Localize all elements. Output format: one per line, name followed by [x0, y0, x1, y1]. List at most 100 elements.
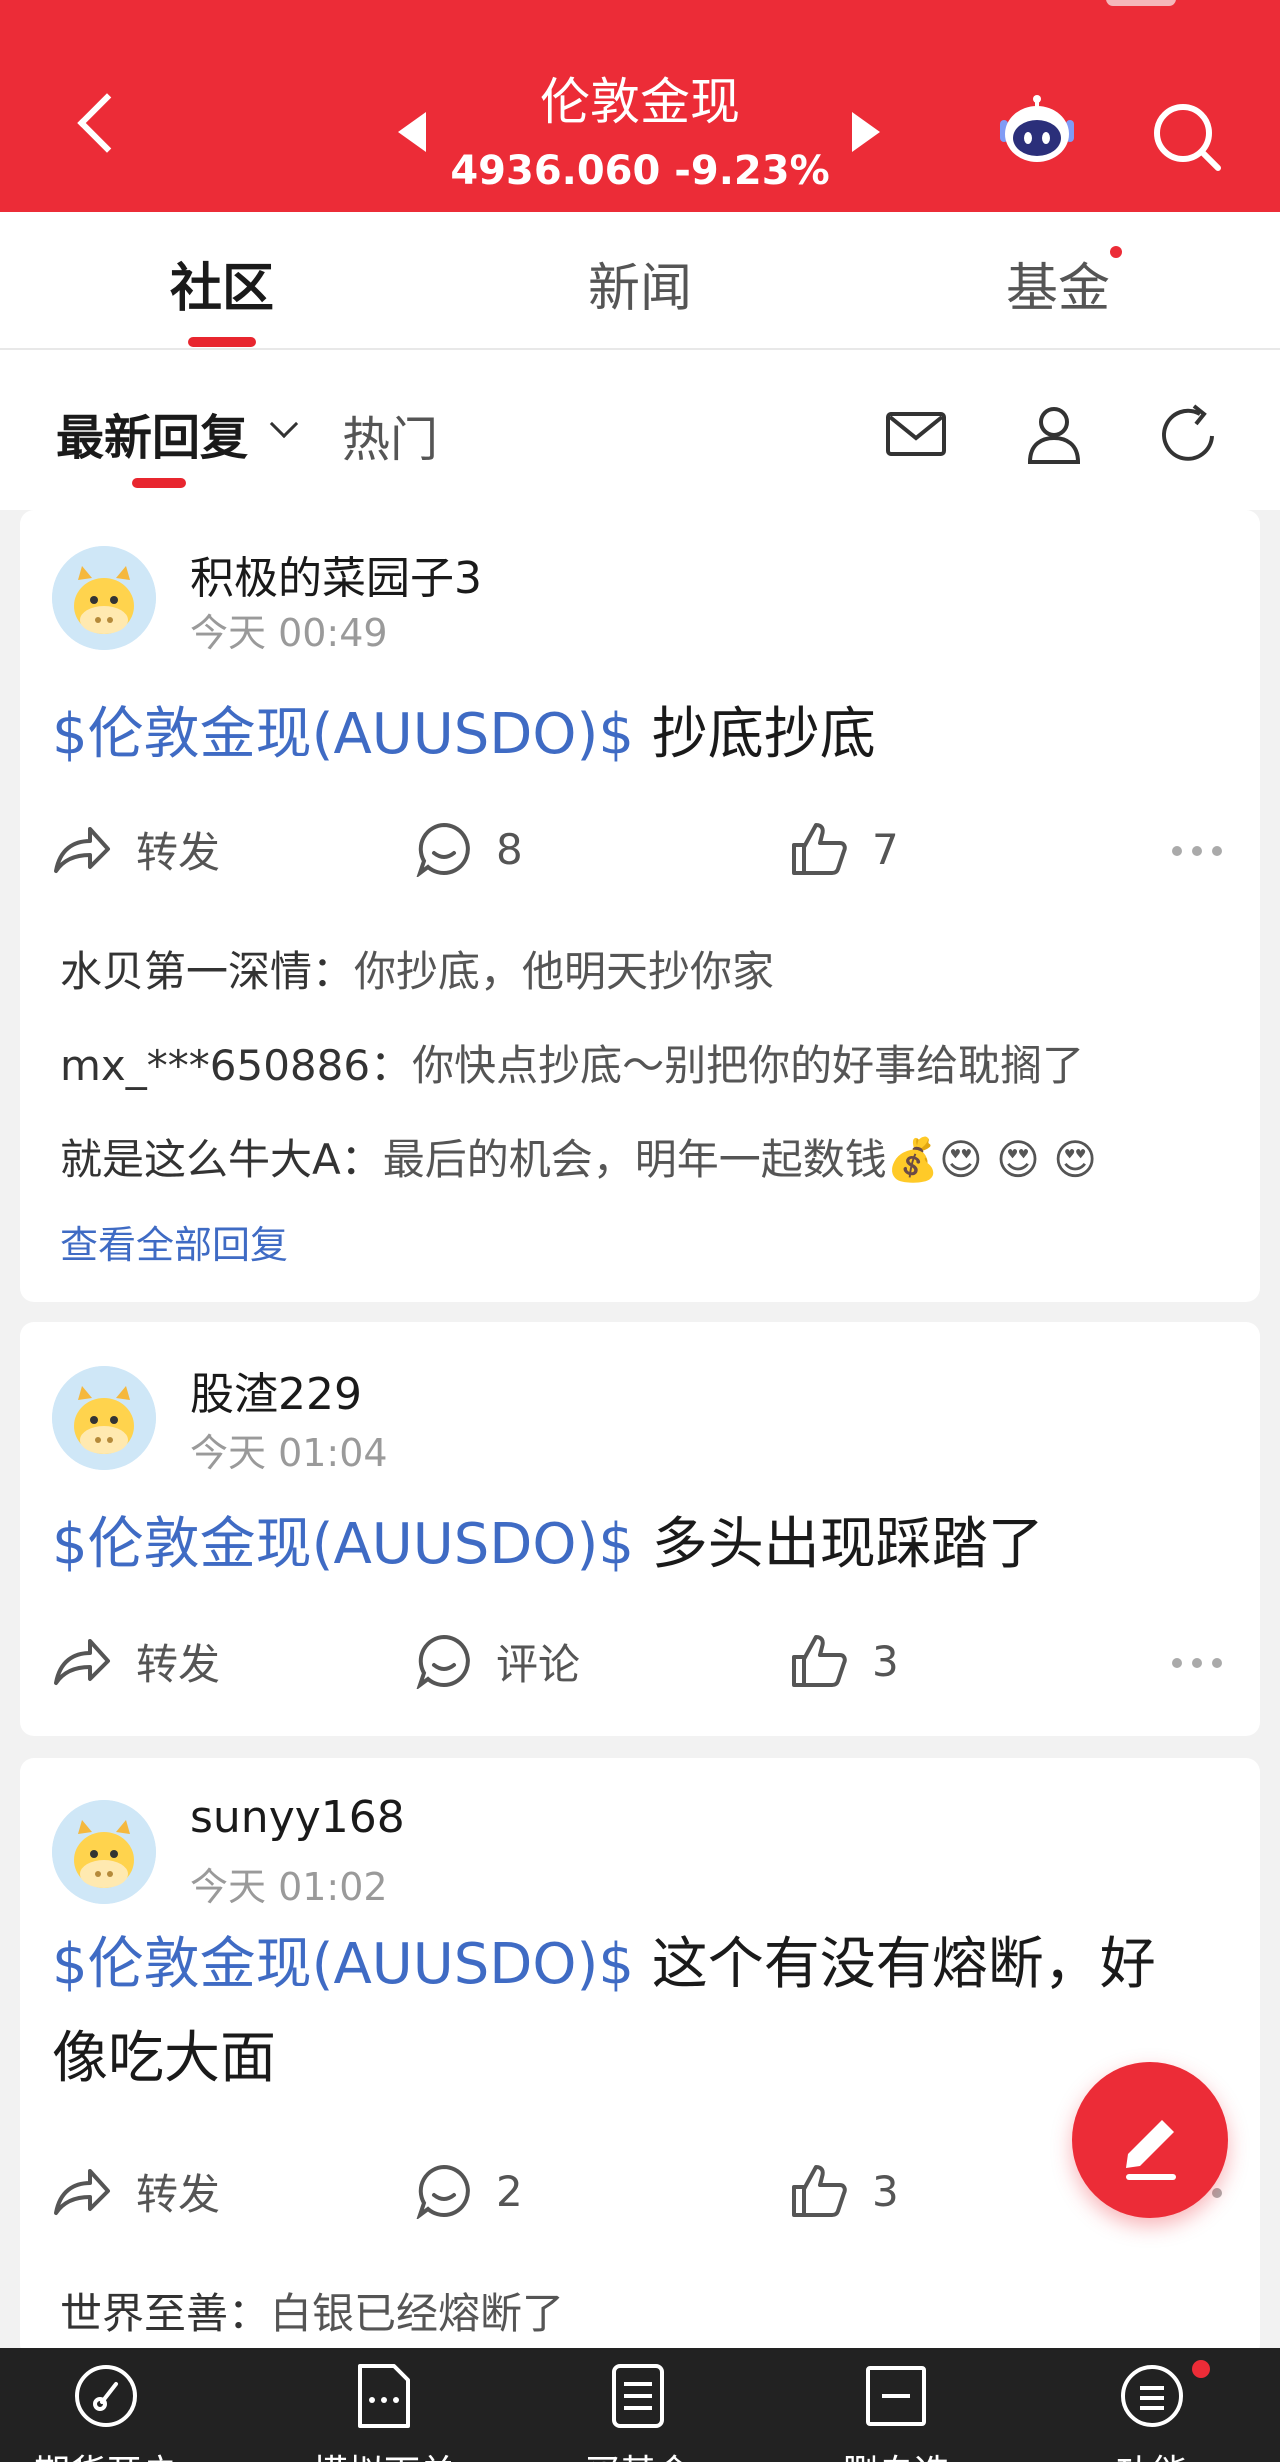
comment-bubble-icon	[416, 822, 470, 877]
post-time: 今天 00:49	[190, 611, 388, 655]
comment-count: 2	[496, 2166, 523, 2216]
post-text-line2: 像吃大面	[52, 2026, 276, 2091]
comment-count: 评论	[496, 1639, 581, 1689]
sort-bar: 最新回复 热门	[0, 350, 1280, 510]
user-icon[interactable]	[1022, 402, 1086, 466]
active-tab-indicator	[188, 337, 256, 347]
bottom-nav-label: 期货开户	[6, 2444, 206, 2462]
post-card[interactable]: sunyy168 今天 01:02 $伦敦金现(AUUSDO)$ 这个有没有熔断…	[20, 1758, 1260, 2358]
more-options-icon[interactable]	[1172, 1658, 1222, 1668]
share-arrow-icon	[54, 2169, 110, 2215]
bottom-nav-functions[interactable]: 功能	[1052, 2348, 1252, 2462]
forward-button[interactable]: 转发	[52, 2156, 220, 2226]
forward-label: 转发	[136, 1639, 221, 1689]
like-count: 3	[872, 1636, 899, 1686]
instrument-quote: 4936.060 -9.23%	[450, 148, 830, 194]
reply-author: 世界至善：	[60, 2289, 271, 2338]
sort-latest-reply[interactable]: 最新回复	[56, 398, 248, 468]
reply-text: 最后的机会，明年一起数钱💰😍 😍 😍	[382, 1135, 1098, 1184]
more-options-icon[interactable]	[1172, 846, 1222, 856]
tab-fund[interactable]: 基金	[948, 246, 1168, 321]
like-button[interactable]: 7	[790, 814, 899, 884]
tab-community[interactable]: 社区	[112, 246, 332, 321]
post-text: 多头出现踩踏了	[633, 1512, 1044, 1577]
forward-button[interactable]: 转发	[52, 1626, 220, 1696]
bottom-nav-label: 删自选	[796, 2444, 996, 2462]
bottom-nav-simulated-order[interactable]: 模拟下单	[284, 2348, 484, 2462]
compose-post-button[interactable]	[1072, 2062, 1228, 2218]
reply-author: 水贝第一深情：	[60, 947, 355, 996]
forward-button[interactable]: 转发	[52, 814, 220, 884]
instrument-tag-link[interactable]: $伦敦金现(AUUSDO)$	[52, 1932, 634, 1997]
post-author[interactable]: 积极的菜园子3	[190, 542, 482, 606]
comment-bubble-icon	[416, 1634, 470, 1689]
reply-item[interactable]: 世界至善：白银已经熔断了	[60, 2280, 564, 2341]
instrument-title: 伦敦金现	[540, 73, 740, 131]
sort-hot[interactable]: 热门	[342, 400, 438, 470]
ai-assistant-robot-icon[interactable]	[996, 94, 1078, 168]
post-author[interactable]: sunyy168	[190, 1792, 405, 1843]
document-lines-icon	[612, 2364, 664, 2428]
avatar[interactable]	[52, 546, 156, 650]
post-content[interactable]: $伦敦金现(AUUSDO)$ 多头出现踩踏了	[52, 1498, 1232, 1592]
pencil-icon	[1126, 2120, 1176, 2180]
reply-text: 你快点抄底～别把你的好事给耽搁了	[412, 1041, 1085, 1090]
comment-button[interactable]: 评论	[416, 1626, 580, 1696]
bottom-nav: 期货开户 模拟下单 买基金 删自选 功能	[0, 2348, 1280, 2462]
post-card[interactable]: 积极的菜园子3 今天 00:49 $伦敦金现(AUUSDO)$ 抄底抄底 转发 …	[20, 510, 1260, 1302]
like-button[interactable]: 3	[790, 2156, 899, 2226]
menu-circle-icon	[1121, 2365, 1183, 2427]
tab-news[interactable]: 新闻	[530, 246, 750, 321]
post-actions: 转发 8 7	[20, 814, 1260, 884]
mail-icon[interactable]	[884, 402, 948, 466]
forward-label: 转发	[136, 2169, 221, 2219]
next-instrument-button[interactable]	[852, 112, 880, 152]
section-tabs: 社区 新闻 基金	[0, 212, 1280, 350]
bottom-nav-remove-watchlist[interactable]: 删自选	[796, 2348, 996, 2462]
like-count: 3	[872, 2166, 899, 2216]
instrument-tag-link[interactable]: $伦敦金现(AUUSDO)$	[52, 702, 634, 767]
active-sort-indicator	[132, 478, 186, 488]
reply-text: 白银已经熔断了	[270, 2289, 565, 2338]
post-content[interactable]: $伦敦金现(AUUSDO)$ 这个有没有熔断，好像吃大面	[52, 1918, 1232, 2106]
post-actions: 转发 评论 3	[20, 1626, 1260, 1696]
reply-item[interactable]: 水贝第一深情：你抄底，他明天抄你家	[60, 938, 774, 999]
comment-bubble-icon	[416, 2164, 470, 2219]
chevron-down-icon[interactable]	[269, 409, 299, 439]
like-button[interactable]: 3	[790, 1626, 899, 1696]
previous-instrument-button[interactable]	[398, 112, 426, 152]
bottom-nav-buy-fund[interactable]: 买基金	[538, 2348, 738, 2462]
share-arrow-icon	[54, 827, 110, 873]
post-card[interactable]: 股渣229 今天 01:04 $伦敦金现(AUUSDO)$ 多头出现踩踏了 转发…	[20, 1322, 1260, 1736]
fund-notification-dot	[1110, 246, 1122, 258]
post-time: 今天 01:04	[190, 1431, 388, 1475]
back-button[interactable]	[70, 90, 140, 170]
battery-icon	[1106, 0, 1176, 6]
bottom-nav-futures-account[interactable]: 期货开户	[6, 2348, 206, 2462]
like-count: 7	[872, 824, 899, 874]
comment-count: 8	[496, 824, 523, 874]
status-bar	[0, 0, 1280, 10]
avatar[interactable]	[52, 1366, 156, 1470]
bottom-nav-label: 功能	[1052, 2444, 1252, 2462]
view-all-replies-link[interactable]: 查看全部回复	[60, 1214, 288, 1269]
bottom-nav-label: 买基金	[538, 2444, 738, 2462]
bottom-nav-label: 模拟下单	[284, 2444, 484, 2462]
app-header: 伦敦金现 4936.060 -9.23%	[0, 0, 1280, 212]
post-content[interactable]: $伦敦金现(AUUSDO)$ 抄底抄底	[52, 688, 1232, 782]
instrument-tag-link[interactable]: $伦敦金现(AUUSDO)$	[52, 1512, 634, 1577]
reply-item[interactable]: 就是这么牛大A：最后的机会，明年一起数钱💰😍 😍 😍	[60, 1126, 1097, 1187]
post-author[interactable]: 股渣229	[190, 1358, 362, 1422]
refresh-icon[interactable]	[1158, 402, 1222, 466]
comment-button[interactable]: 8	[416, 814, 523, 884]
post-text: 这个有没有熔断，好	[633, 1932, 1156, 1997]
forward-label: 转发	[136, 827, 221, 877]
avatar[interactable]	[52, 1800, 156, 1904]
speedometer-icon	[75, 2365, 137, 2427]
comment-button[interactable]: 2	[416, 2156, 523, 2226]
reply-item[interactable]: mx_***650886：你快点抄底～别把你的好事给耽搁了	[60, 1032, 1084, 1093]
thumbs-up-icon	[792, 2165, 847, 2217]
reply-author: mx_***650886：	[60, 1041, 413, 1090]
document-dots-icon	[358, 2364, 410, 2428]
search-icon[interactable]	[1150, 100, 1224, 174]
